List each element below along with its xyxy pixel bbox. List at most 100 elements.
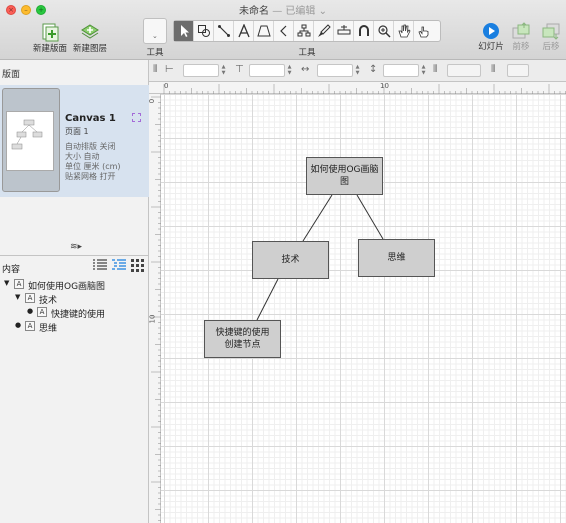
- mindmap-thumbnail-icon: [11, 119, 43, 150]
- new-layer-button[interactable]: 新建图层: [72, 22, 108, 54]
- layers-icon: ≋: [70, 242, 78, 252]
- magnet-u-icon: [358, 25, 369, 36]
- horizontal-ruler[interactable]: 0 10: [149, 82, 566, 94]
- bring-front-button[interactable]: 前移: [508, 22, 534, 52]
- layers-toggle[interactable]: ≋▸: [70, 242, 82, 252]
- ruler-ticks: [151, 96, 161, 521]
- bring-front-label: 前移: [512, 42, 530, 52]
- x-stepper[interactable]: ▲ ▼: [220, 64, 227, 77]
- inspector-handle-icon[interactable]: ⦀: [433, 64, 437, 75]
- style-tray-button[interactable]: ⌄: [143, 18, 167, 44]
- inspector-handle-icon[interactable]: ⦀: [153, 64, 157, 75]
- mindmap-node-shortcut[interactable]: 快捷键的使用创建节点: [204, 320, 281, 358]
- ruler-label: 10: [148, 314, 157, 324]
- back-tool[interactable]: [274, 21, 294, 41]
- canvas-thumbnail: [2, 88, 60, 192]
- new-canvas-label: 新建版面: [32, 44, 67, 54]
- width-field[interactable]: [317, 64, 353, 77]
- diagram-tool[interactable]: [254, 21, 274, 41]
- connector-root-think[interactable]: [356, 194, 384, 240]
- y-stepper[interactable]: ▲ ▼: [286, 64, 293, 77]
- sidebar: 版面 Canvas 1 页面 1 自动排版 关闭 大小 自动 单位 厘米 (cm…: [0, 60, 149, 523]
- selection-arrow-icon: [180, 25, 189, 37]
- new-canvas-button[interactable]: 新建版面: [32, 22, 68, 54]
- list-view-icon: [93, 259, 107, 270]
- browse-tool[interactable]: [414, 21, 434, 41]
- ruler-label: 0: [148, 98, 157, 104]
- text-object-icon: A: [25, 321, 35, 331]
- width-icon: ↔: [301, 64, 310, 75]
- height-field[interactable]: [383, 64, 419, 77]
- outline-view-button[interactable]: [111, 258, 129, 274]
- drawing-canvas[interactable]: 如何使用OG画脑图 技术 思维 快捷键的使用创建节点: [161, 94, 566, 523]
- shape-tool[interactable]: [194, 21, 214, 41]
- send-back-label: 后移: [542, 42, 560, 52]
- line-icon: [217, 25, 230, 37]
- hand-icon: [397, 24, 410, 38]
- disclosure-arrow-icon: ▸: [77, 242, 83, 252]
- magnet-tool[interactable]: [334, 21, 354, 41]
- selection-tool[interactable]: [174, 21, 194, 41]
- text-object-icon: A: [25, 293, 35, 303]
- shape-icon: [197, 25, 210, 37]
- fill-field[interactable]: [507, 64, 529, 77]
- new-layer-label: 新建图层: [72, 44, 107, 54]
- bring-to-front-icon: [512, 22, 530, 39]
- outline-row-tech[interactable]: ▼ A 技术: [0, 292, 149, 306]
- style-popup[interactable]: [447, 64, 481, 77]
- send-back-button[interactable]: 后移: [538, 22, 564, 52]
- height-icon: ↕: [369, 64, 378, 75]
- outline-row-shortcut[interactable]: ● A 快捷键的使用: [0, 306, 149, 320]
- hand-tool[interactable]: [394, 21, 414, 41]
- ruler-ticks: [163, 84, 566, 94]
- zoom-icon: [377, 25, 391, 38]
- grid-view-icon: [131, 259, 144, 272]
- style-brush-icon: [317, 24, 331, 37]
- magnet-u-tool[interactable]: [354, 21, 374, 41]
- y-position-field[interactable]: [249, 64, 285, 77]
- canvas-list-item[interactable]: Canvas 1 页面 1 自动排版 关闭 大小 自动 单位 厘米 (cm) 贴…: [0, 85, 149, 197]
- vertical-ruler[interactable]: 0 10: [148, 94, 161, 523]
- tools-label: 工具: [298, 48, 316, 58]
- slideshow-button[interactable]: 幻灯片: [476, 22, 506, 52]
- outline-row-think[interactable]: ● A 思维: [0, 320, 149, 334]
- connector-tech-shortcut[interactable]: [256, 278, 279, 321]
- zoom-tool[interactable]: [374, 21, 394, 41]
- outline-label: 如何使用OG画脑图: [28, 282, 106, 292]
- window-title[interactable]: 未命名 — 已编辑 ⌄: [0, 2, 566, 17]
- bullet-icon: ●: [15, 321, 22, 329]
- title-separator: —: [272, 6, 283, 17]
- x-position-field[interactable]: [183, 64, 219, 77]
- style-brush-tool[interactable]: [314, 21, 334, 41]
- disclosure-triangle-icon[interactable]: ▼: [4, 279, 9, 287]
- slideshow-label: 幻灯片: [478, 42, 504, 52]
- connector-root-tech[interactable]: [302, 194, 333, 242]
- thumbnail-page: [6, 111, 54, 171]
- mindmap-node-think[interactable]: 思维: [358, 239, 435, 277]
- text-tool[interactable]: [234, 21, 254, 41]
- mindmap-node-tech[interactable]: 技术: [252, 241, 329, 279]
- document-name: 未命名: [239, 6, 270, 17]
- canvas-select-icon[interactable]: [132, 113, 141, 122]
- send-to-back-icon: [542, 23, 560, 40]
- hierarchy-tool[interactable]: [294, 21, 314, 41]
- text-icon: [237, 24, 250, 38]
- height-stepper[interactable]: ▲ ▼: [420, 64, 427, 77]
- hierarchy-icon: [297, 24, 310, 37]
- canvas-snap-grid: 贴紧网格 打开: [65, 172, 116, 181]
- outline-row-root[interactable]: ▼ A 如何使用OG画脑图: [0, 278, 149, 292]
- line-tool[interactable]: [214, 21, 234, 41]
- mindmap-node-root[interactable]: 如何使用OG画脑图: [306, 157, 383, 195]
- grid-view-button[interactable]: [130, 258, 148, 274]
- list-view-button[interactable]: [92, 258, 110, 274]
- new-canvas-icon: [42, 23, 59, 42]
- play-icon: [483, 23, 499, 39]
- width-stepper[interactable]: ▲ ▼: [354, 64, 361, 77]
- chevron-down-icon: ⌄: [318, 6, 327, 17]
- canvas-page: 页面 1: [65, 127, 89, 136]
- disclosure-triangle-icon[interactable]: ▼: [15, 293, 20, 301]
- title-toolbar: × – + 未命名 — 已编辑 ⌄ 新建版面 新建图层 ⌄ 工具 工具 幻灯片 …: [0, 0, 566, 60]
- canvas-name: Canvas 1: [65, 113, 116, 124]
- inspector-handle-icon[interactable]: ⦀: [491, 64, 495, 75]
- magnet-icon: [337, 25, 350, 35]
